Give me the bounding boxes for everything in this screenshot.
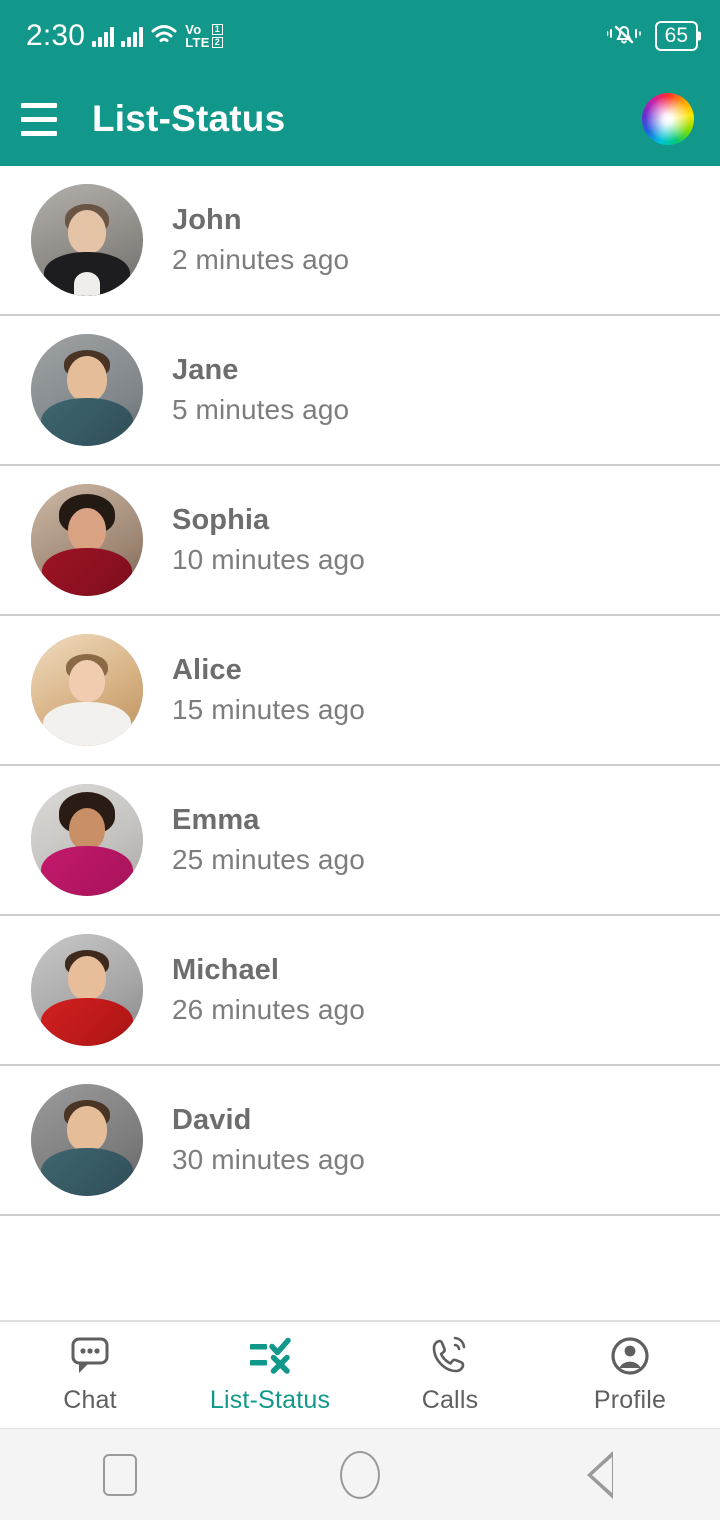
list-item-text: Sophia 10 minutes ago	[172, 504, 365, 576]
list-item-name: Sophia	[172, 504, 270, 536]
avatar	[31, 934, 143, 1046]
wifi-icon	[150, 23, 178, 50]
list-item-time: 15 minutes ago	[172, 694, 365, 725]
list-item-name: Michael	[172, 954, 280, 986]
tab-profile-label: Profile	[593, 1386, 667, 1414]
list-item[interactable]: Jane 5 minutes ago	[0, 316, 720, 466]
avatar	[31, 1084, 143, 1196]
list-item-name: Alice	[172, 654, 242, 686]
tab-calls[interactable]: Calls	[360, 1335, 540, 1415]
sim1-badge: 1	[211, 24, 223, 35]
list-item-time: 30 minutes ago	[172, 1144, 365, 1175]
tab-calls-label: Calls	[421, 1386, 479, 1414]
status-list: John 2 minutes ago Jane 5 minutes ago So…	[0, 166, 720, 1320]
vibrate-icon	[606, 21, 641, 52]
tab-list-status-label: List-Status	[209, 1386, 331, 1414]
status-bar: 2:30 Vo LTE 1 2 65	[0, 0, 720, 72]
list-item-text: Alice 15 minutes ago	[172, 654, 365, 726]
tab-chat-label: Chat	[63, 1386, 117, 1414]
tab-profile[interactable]: Profile	[540, 1335, 720, 1415]
person-circle-icon	[608, 1335, 652, 1377]
list-item[interactable]: David 30 minutes ago	[0, 1066, 720, 1216]
avatar	[31, 334, 143, 446]
tab-list-status[interactable]: List-Status	[180, 1335, 360, 1415]
list-item-name: David	[172, 1104, 252, 1136]
status-bar-right: 65	[606, 21, 698, 52]
volte-bottom-label: LTE	[185, 35, 210, 50]
list-item-text: David 30 minutes ago	[172, 1104, 365, 1176]
back-triangle-icon[interactable]	[540, 1445, 660, 1505]
checklist-icon	[247, 1335, 293, 1377]
list-item-text: Michael 26 minutes ago	[172, 954, 365, 1026]
list-item[interactable]: Alice 15 minutes ago	[0, 616, 720, 766]
list-item-time: 10 minutes ago	[172, 544, 365, 575]
list-item-name: Emma	[172, 804, 260, 836]
status-bar-left: 2:30 Vo LTE 1 2	[26, 19, 223, 53]
list-item-time: 5 minutes ago	[172, 394, 350, 425]
page-title: List-Status	[92, 98, 286, 139]
recents-square-icon[interactable]	[60, 1445, 180, 1505]
phone-screen: 2:30 Vo LTE 1 2 65 List-Status John 2 mi…	[0, 0, 720, 1520]
battery-icon: 65	[654, 21, 698, 51]
avatar	[31, 484, 143, 596]
chat-bubble-icon	[68, 1335, 112, 1377]
list-empty-space	[0, 1216, 720, 1320]
list-item-time: 2 minutes ago	[172, 244, 350, 275]
list-item-name: Jane	[172, 354, 239, 386]
list-item[interactable]: John 2 minutes ago	[0, 166, 720, 316]
avatar	[31, 184, 143, 296]
home-circle-icon[interactable]	[300, 1445, 420, 1505]
list-item-time: 26 minutes ago	[172, 994, 365, 1025]
app-bar: List-Status	[0, 72, 720, 166]
avatar	[31, 634, 143, 746]
phone-call-icon	[428, 1335, 472, 1377]
list-item-text: Jane 5 minutes ago	[172, 354, 349, 426]
volte-icon: Vo LTE 1 2	[185, 23, 223, 49]
list-item[interactable]: Emma 25 minutes ago	[0, 766, 720, 916]
list-item-text: Emma 25 minutes ago	[172, 804, 365, 876]
color-wheel-icon[interactable]	[642, 93, 694, 145]
android-system-nav	[0, 1428, 720, 1520]
list-item-text: John 2 minutes ago	[172, 204, 349, 276]
list-item[interactable]: Sophia 10 minutes ago	[0, 466, 720, 616]
avatar	[31, 784, 143, 896]
signal-icon	[121, 25, 144, 47]
list-item-time: 25 minutes ago	[172, 844, 365, 875]
status-clock: 2:30	[26, 19, 86, 52]
tab-chat[interactable]: Chat	[0, 1335, 180, 1415]
hamburger-menu-icon[interactable]	[14, 94, 64, 144]
signal-icon	[92, 25, 115, 47]
list-item[interactable]: Michael 26 minutes ago	[0, 916, 720, 1066]
bottom-navigation: Chat List-Status Calls Profile	[0, 1320, 720, 1428]
list-item-name: John	[172, 204, 242, 236]
sim2-badge: 2	[211, 37, 223, 48]
